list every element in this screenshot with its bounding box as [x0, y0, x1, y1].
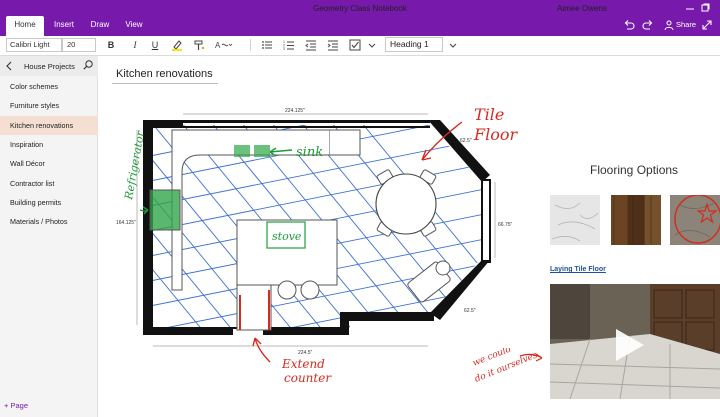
tab-home[interactable]: Home: [6, 16, 44, 36]
ink-counter-label: counter: [284, 371, 332, 385]
title-underline: [112, 83, 218, 84]
font-size-field[interactable]: 20: [62, 38, 96, 52]
page-item-building-permits[interactable]: Building permits: [0, 193, 98, 212]
counter-corner: [330, 129, 361, 156]
ink-floor-label: Floor: [473, 125, 518, 144]
kitchen-floorplan-drawing[interactable]: 224.125" 164.125" 66.75" 62.5" 62.5" 224…: [110, 100, 530, 400]
back-chevron-icon[interactable]: [4, 60, 14, 72]
checkbox-tag-icon[interactable]: [348, 38, 362, 52]
bullet-list-icon[interactable]: [260, 38, 274, 52]
counter-extension: [236, 284, 272, 331]
page-item-furniture-styles[interactable]: Furniture styles: [0, 96, 98, 115]
dimension-bottom: 224.5": [298, 350, 313, 356]
stool: [300, 280, 320, 300]
tab-view[interactable]: View: [120, 16, 148, 36]
ink-sink-label: sink: [296, 145, 323, 160]
style-chevron-down-icon[interactable]: [447, 38, 459, 52]
tab-draw[interactable]: Draw: [86, 16, 114, 36]
undo-icon[interactable]: [622, 18, 636, 32]
font-name-field[interactable]: Calibri Light: [6, 38, 62, 52]
notebook-title: Geometry Class Notebook: [313, 4, 407, 13]
user-name[interactable]: Aimee Owens: [557, 4, 607, 13]
paragraph-style-field[interactable]: Heading 1: [385, 37, 443, 52]
page-item-materials-photos[interactable]: Materials / Photos: [0, 212, 98, 231]
laying-tile-floor-link[interactable]: Laying Tile Floor: [550, 266, 606, 273]
dimension-diagonal-bottom: 62.5": [464, 308, 476, 314]
svg-text:3: 3: [283, 47, 285, 51]
wood-floor-swatch[interactable]: [611, 195, 661, 245]
page-item-color-schemes[interactable]: Color schemes: [0, 77, 98, 96]
bold-button[interactable]: B: [104, 38, 118, 52]
section-title: House Projects: [24, 62, 75, 71]
stone-tile-swatch-selected[interactable]: [670, 195, 720, 245]
ink-extend-label: Extend: [281, 357, 325, 371]
page-title[interactable]: Kitchen renovations: [116, 68, 213, 80]
ribbon-separator: [250, 39, 251, 51]
format-painter-icon[interactable]: [192, 38, 206, 52]
highlighter-icon[interactable]: [170, 38, 184, 52]
ink-tile-label: Tile: [474, 105, 504, 124]
numbered-list-icon[interactable]: 123: [282, 38, 296, 52]
page-item-inspiration[interactable]: Inspiration: [0, 135, 98, 154]
add-page-label: Page: [10, 401, 28, 410]
share-person-icon[interactable]: [663, 19, 675, 31]
dimension-top: 224.125": [285, 108, 305, 114]
underline-button[interactable]: U: [148, 38, 162, 52]
ink-stove-label: stove: [272, 230, 302, 243]
page-item-wall-decor[interactable]: Wall Décor: [0, 154, 98, 173]
decrease-indent-icon[interactable]: [304, 38, 318, 52]
ink-we-could-note: we could do it ourselves: [471, 348, 543, 385]
dining-table: [375, 169, 437, 237]
flooring-options-heading[interactable]: Flooring Options: [590, 163, 678, 177]
page-item-kitchen-renovations[interactable]: Kitchen renovations: [0, 116, 98, 135]
italic-button[interactable]: I: [128, 38, 142, 52]
dimension-diagonal-top: 62.5": [460, 138, 472, 144]
play-icon[interactable]: [608, 325, 648, 365]
dimension-right: 66.75": [498, 222, 513, 228]
text-effects-icon[interactable]: A: [213, 38, 233, 52]
tab-insert[interactable]: Insert: [48, 16, 80, 36]
add-page-button[interactable]: + Page: [4, 401, 28, 410]
svg-text:A: A: [215, 41, 221, 50]
page-item-contractor-list[interactable]: Contractor list: [0, 174, 98, 193]
stool: [277, 280, 297, 300]
sink-right-basin: [254, 145, 270, 157]
chevron-down-icon[interactable]: [367, 38, 377, 52]
dimension-left: 164.125": [116, 220, 136, 226]
sink-left-basin: [234, 145, 250, 157]
redo-icon[interactable]: [641, 18, 655, 32]
expand-icon[interactable]: [700, 18, 714, 32]
ink-arrow-extend: [252, 337, 271, 363]
marble-tile-swatch[interactable]: [550, 195, 600, 245]
increase-indent-icon[interactable]: [326, 38, 340, 52]
minimize-icon[interactable]: [683, 2, 697, 14]
restore-icon[interactable]: [698, 2, 712, 14]
search-icon[interactable]: [82, 59, 94, 71]
refrigerator-hatch: [150, 190, 180, 230]
share-button[interactable]: Share: [676, 20, 696, 29]
